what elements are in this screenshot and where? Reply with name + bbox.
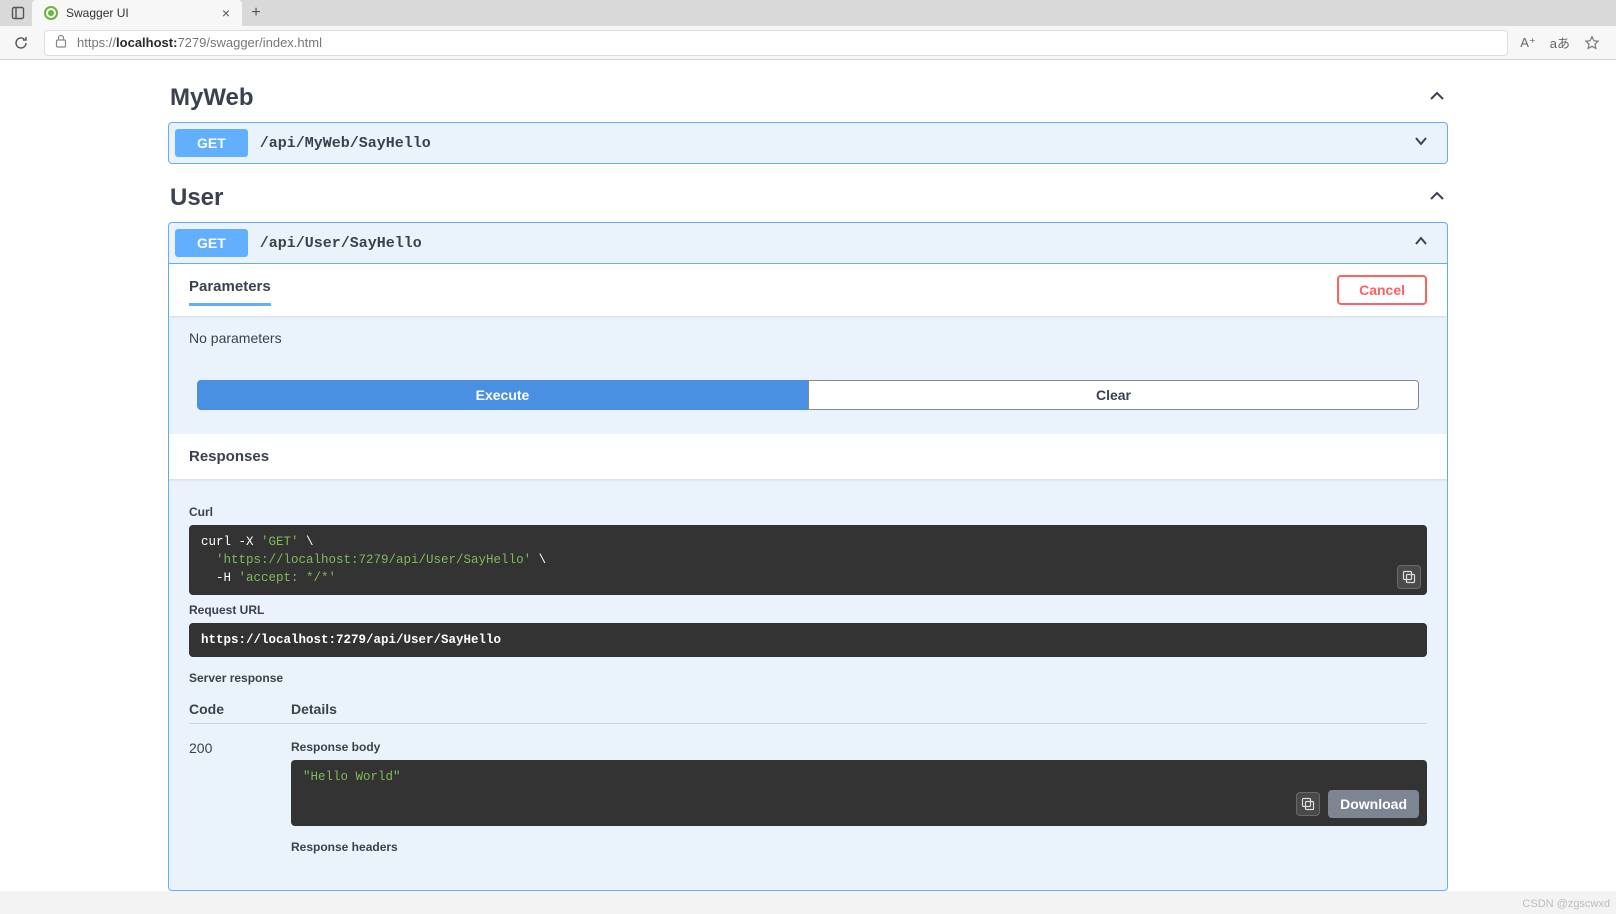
opblock-user-sayhello: GET /api/User/SayHello Parameters Cancel…: [168, 222, 1448, 891]
op-path: /api/User/SayHello: [260, 235, 1401, 252]
favorite-icon[interactable]: [1584, 35, 1600, 51]
cancel-button[interactable]: Cancel: [1337, 275, 1427, 305]
response-body-text: "Hello World": [303, 770, 401, 784]
response-body-box: "Hello World" Download: [291, 760, 1427, 826]
response-code: 200: [189, 740, 251, 860]
method-badge: GET: [175, 129, 248, 157]
chevron-up-icon: [1413, 233, 1441, 254]
chevron-up-icon: [1428, 87, 1446, 110]
execute-button[interactable]: Execute: [197, 380, 808, 410]
responses-title: Responses: [189, 448, 1427, 465]
close-tab-button[interactable]: ×: [222, 5, 230, 21]
curl-command: curl -X 'GET' \ 'https://localhost:7279/…: [189, 525, 1427, 595]
lock-icon: [55, 34, 67, 51]
read-aloud-icon[interactable]: A⁺: [1520, 35, 1536, 51]
curl-label: Curl: [189, 505, 1427, 519]
new-tab-button[interactable]: +: [242, 4, 270, 22]
responses-header: Responses: [169, 434, 1447, 479]
chevron-down-icon: [1413, 133, 1441, 154]
tabs-overview-button[interactable]: [4, 1, 32, 25]
tag-title: User: [170, 184, 223, 212]
tab-bar: Swagger UI × +: [0, 0, 1616, 26]
url-host: localhost:: [116, 35, 177, 50]
page: MyWeb GET /api/MyWeb/SayHello User GET /…: [0, 60, 1616, 891]
request-url-value: https://localhost:7279/api/User/SayHello: [189, 623, 1427, 657]
tag-title: MyWeb: [170, 84, 254, 112]
op-summary[interactable]: GET /api/User/SayHello: [169, 223, 1447, 263]
reload-button[interactable]: [10, 32, 32, 54]
col-code-header: Code: [189, 701, 251, 717]
parameters-header: Parameters Cancel: [169, 264, 1447, 316]
download-button[interactable]: Download: [1328, 790, 1419, 818]
op-body: Parameters Cancel No parameters Execute …: [169, 263, 1447, 890]
method-badge: GET: [175, 229, 248, 257]
copy-response-button[interactable]: [1296, 792, 1320, 816]
response-row: 200 Response body "Hello World" Download…: [189, 724, 1427, 860]
clear-button[interactable]: Clear: [808, 380, 1419, 410]
url-path: 7279/swagger/index.html: [177, 35, 322, 50]
opblock-myweb-sayhello: GET /api/MyWeb/SayHello: [168, 122, 1448, 164]
swagger-favicon: [44, 6, 58, 20]
watermark: CSDN @zgscwxd: [1522, 898, 1610, 910]
browser-toolbar-icons: A⁺ aあ: [1520, 33, 1606, 52]
parameters-body: No parameters: [169, 316, 1447, 360]
url-scheme: https://: [77, 35, 116, 50]
url-input[interactable]: https://localhost:7279/swagger/index.htm…: [44, 30, 1508, 56]
browser-tab[interactable]: Swagger UI ×: [32, 0, 242, 26]
copy-curl-button[interactable]: [1397, 565, 1421, 589]
response-headers-label: Response headers: [291, 840, 1427, 854]
translate-icon[interactable]: aあ: [1550, 33, 1570, 52]
execute-row: Execute Clear: [169, 360, 1447, 434]
response-details: Response body "Hello World" Download Res…: [291, 740, 1427, 860]
col-details-header: Details: [291, 701, 337, 717]
op-summary[interactable]: GET /api/MyWeb/SayHello: [169, 123, 1447, 163]
chevron-up-icon: [1428, 187, 1446, 210]
op-path: /api/MyWeb/SayHello: [260, 135, 1401, 152]
response-body-label: Response body: [291, 740, 1427, 754]
browser-chrome: Swagger UI × + https://localhost:7279/sw…: [0, 0, 1616, 60]
tag-header-user[interactable]: User: [168, 180, 1448, 222]
url-text: https://localhost:7279/swagger/index.htm…: [77, 35, 322, 50]
responses-body: Curl curl -X 'GET' \ 'https://localhost:…: [169, 479, 1447, 890]
response-table-header: Code Details: [189, 691, 1427, 724]
no-parameters-text: No parameters: [189, 330, 282, 346]
tab-title: Swagger UI: [66, 6, 214, 20]
server-response-label: Server response: [189, 671, 1427, 685]
address-bar: https://localhost:7279/swagger/index.htm…: [0, 26, 1616, 60]
tag-header-myweb[interactable]: MyWeb: [168, 80, 1448, 122]
parameters-tab[interactable]: Parameters: [189, 274, 271, 306]
request-url-label: Request URL: [189, 603, 1427, 617]
